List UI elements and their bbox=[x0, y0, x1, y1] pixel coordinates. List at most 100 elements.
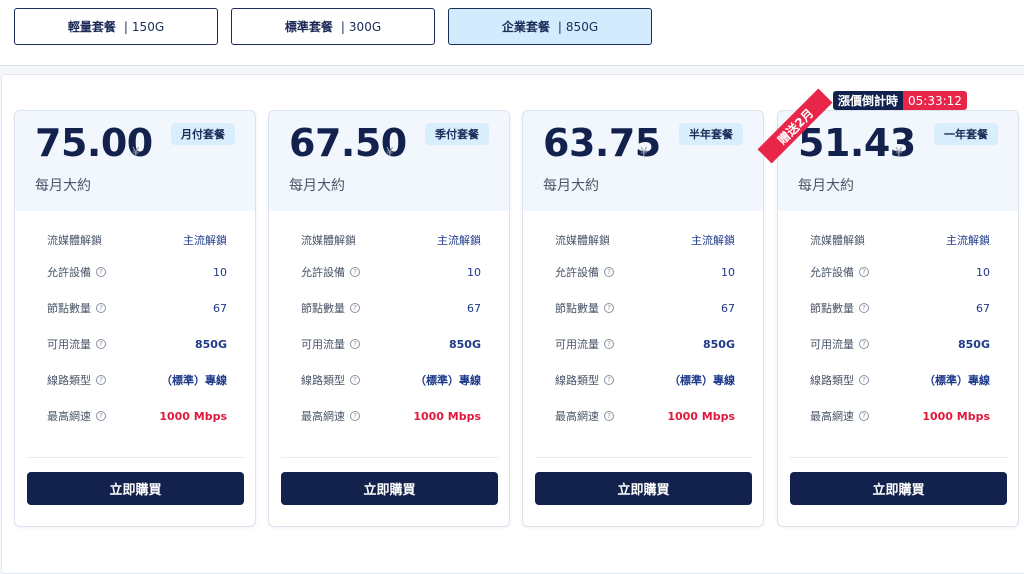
feature-label-text: 最高網速 bbox=[301, 410, 345, 423]
feature-label: 最高網速? bbox=[810, 408, 869, 424]
feature-label: 節點數量? bbox=[555, 300, 614, 316]
currency-symbol: ¥ bbox=[895, 145, 903, 159]
feature-value: 850G bbox=[703, 337, 735, 351]
feature-row-traffic: 可用流量? 850G bbox=[47, 334, 227, 354]
tab-size: 850G bbox=[565, 19, 599, 34]
feature-value: 1000 Mbps bbox=[667, 409, 735, 423]
help-icon[interactable]: ? bbox=[604, 375, 614, 385]
help-icon[interactable]: ? bbox=[859, 339, 869, 349]
help-icon[interactable]: ? bbox=[350, 303, 360, 313]
help-icon[interactable]: ? bbox=[604, 411, 614, 421]
feature-value: 主流解鎖 bbox=[183, 234, 227, 247]
buy-button[interactable]: 立即購買 bbox=[790, 472, 1007, 505]
help-icon[interactable]: ? bbox=[604, 267, 614, 277]
help-icon[interactable]: ? bbox=[350, 375, 360, 385]
feature-label-text: 可用流量 bbox=[301, 338, 345, 351]
feature-label-text: 最高網速 bbox=[810, 410, 854, 423]
feature-label: 流媒體解鎖 bbox=[810, 234, 865, 247]
feature-label-text: 線路類型 bbox=[555, 374, 599, 387]
feature-row-line-type: 線路類型? （標準）專線 bbox=[301, 370, 481, 390]
feature-label-text: 可用流量 bbox=[555, 338, 599, 351]
tab-enterprise-plan[interactable]: 企業套餐 | 850G bbox=[448, 8, 652, 45]
feature-row-speed: 最高網速? 1000 Mbps bbox=[47, 406, 227, 426]
feature-label: 流媒體解鎖 bbox=[47, 234, 102, 247]
feature-value: （標準）專線 bbox=[924, 374, 990, 387]
feature-row-devices: 允許設備? 10 bbox=[301, 262, 481, 282]
feature-row-nodes: 節點數量? 67 bbox=[810, 298, 990, 318]
feature-row-nodes: 節點數量? 67 bbox=[555, 298, 735, 318]
feature-label: 允許設備? bbox=[810, 264, 869, 280]
tab-label: 標準套餐 bbox=[284, 20, 333, 34]
help-icon[interactable]: ? bbox=[350, 339, 360, 349]
feature-value: 850G bbox=[958, 337, 990, 351]
feature-label: 最高網速? bbox=[47, 408, 106, 424]
help-icon[interactable]: ? bbox=[859, 267, 869, 277]
feature-label-text: 節點數量 bbox=[47, 302, 91, 315]
feature-row-devices: 允許設備? 10 bbox=[810, 262, 990, 282]
countdown-timer: 05:33:12 bbox=[903, 91, 967, 110]
feature-label: 流媒體解鎖 bbox=[555, 234, 610, 247]
help-icon[interactable]: ? bbox=[96, 267, 106, 277]
feature-label: 可用流量? bbox=[810, 336, 869, 352]
feature-label: 允許設備? bbox=[47, 264, 106, 280]
feature-row-line-type: 線路類型? （標準）專線 bbox=[810, 370, 990, 390]
feature-row-devices: 允許設備? 10 bbox=[47, 262, 227, 282]
feature-value: （標準）專線 bbox=[415, 374, 481, 387]
pricing-card-quarterly: 67.50 ¥ 季付套餐 每月大約 流媒體解鎖 主流解鎖 允許設備? 10 節點數量… bbox=[268, 110, 510, 527]
feature-row-speed: 最高網速? 1000 Mbps bbox=[555, 406, 735, 426]
tab-standard-plan[interactable]: 標準套餐 | 300G bbox=[231, 8, 435, 45]
feature-row-speed: 最高網速? 1000 Mbps bbox=[810, 406, 990, 426]
help-icon[interactable]: ? bbox=[96, 375, 106, 385]
help-icon[interactable]: ? bbox=[859, 303, 869, 313]
currency-symbol: ¥ bbox=[386, 145, 394, 159]
feature-value: 1000 Mbps bbox=[159, 409, 227, 423]
feature-label-text: 最高網速 bbox=[555, 410, 599, 423]
buy-button[interactable]: 立即購買 bbox=[535, 472, 752, 505]
tab-separator: | bbox=[340, 19, 345, 34]
period-badge: 季付套餐 bbox=[425, 123, 489, 145]
help-icon[interactable]: ? bbox=[96, 303, 106, 313]
help-icon[interactable]: ? bbox=[859, 375, 869, 385]
feature-row-traffic: 可用流量? 850G bbox=[810, 334, 990, 354]
divider bbox=[27, 457, 245, 458]
feature-value: （標準）專線 bbox=[669, 374, 735, 387]
divider bbox=[535, 457, 753, 458]
pricing-card-yearly: 51.43 ¥ 一年套餐 每月大約 流媒體解鎖 主流解鎖 允許設備? 10 節點數量… bbox=[777, 110, 1019, 527]
feature-label: 允許設備? bbox=[301, 264, 360, 280]
feature-value: 850G bbox=[449, 337, 481, 351]
feature-value: 主流解鎖 bbox=[691, 234, 735, 247]
feature-row-streaming: 流媒體解鎖 主流解鎖 bbox=[555, 230, 735, 250]
monthly-label: 每月大約 bbox=[798, 178, 854, 194]
help-icon[interactable]: ? bbox=[604, 339, 614, 349]
feature-label-text: 節點數量 bbox=[301, 302, 345, 315]
feature-value: 10 bbox=[467, 265, 481, 279]
feature-label: 線路類型? bbox=[301, 372, 360, 388]
help-icon[interactable]: ? bbox=[96, 339, 106, 349]
buy-button[interactable]: 立即購買 bbox=[281, 472, 498, 505]
feature-label-text: 允許設備 bbox=[301, 266, 345, 279]
feature-row-traffic: 可用流量? 850G bbox=[555, 334, 735, 354]
feature-label: 可用流量? bbox=[47, 336, 106, 352]
help-icon[interactable]: ? bbox=[350, 267, 360, 277]
period-badge: 半年套餐 bbox=[679, 123, 743, 145]
feature-label: 流媒體解鎖 bbox=[301, 234, 356, 247]
feature-value: 1000 Mbps bbox=[922, 409, 990, 423]
buy-button[interactable]: 立即購買 bbox=[27, 472, 244, 505]
help-icon[interactable]: ? bbox=[604, 303, 614, 313]
feature-value: （標準）專線 bbox=[161, 374, 227, 387]
help-icon[interactable]: ? bbox=[350, 411, 360, 421]
period-badge: 月付套餐 bbox=[171, 123, 235, 145]
feature-value: 850G bbox=[195, 337, 227, 351]
tab-light-plan[interactable]: 輕量套餐 | 150G bbox=[14, 8, 218, 45]
feature-label: 可用流量? bbox=[555, 336, 614, 352]
card-header: 67.50 ¥ 季付套餐 每月大約 bbox=[269, 111, 509, 211]
help-icon[interactable]: ? bbox=[96, 411, 106, 421]
divider bbox=[790, 457, 1008, 458]
feature-value: 10 bbox=[721, 265, 735, 279]
feature-row-line-type: 線路類型? （標準）專線 bbox=[47, 370, 227, 390]
feature-value: 10 bbox=[976, 265, 990, 279]
tab-size: 300G bbox=[348, 19, 382, 34]
help-icon[interactable]: ? bbox=[859, 411, 869, 421]
feature-row-speed: 最高網速? 1000 Mbps bbox=[301, 406, 481, 426]
plan-tabs-bar: 輕量套餐 | 150G 標準套餐 | 300G 企業套餐 | 850G bbox=[0, 0, 1024, 66]
